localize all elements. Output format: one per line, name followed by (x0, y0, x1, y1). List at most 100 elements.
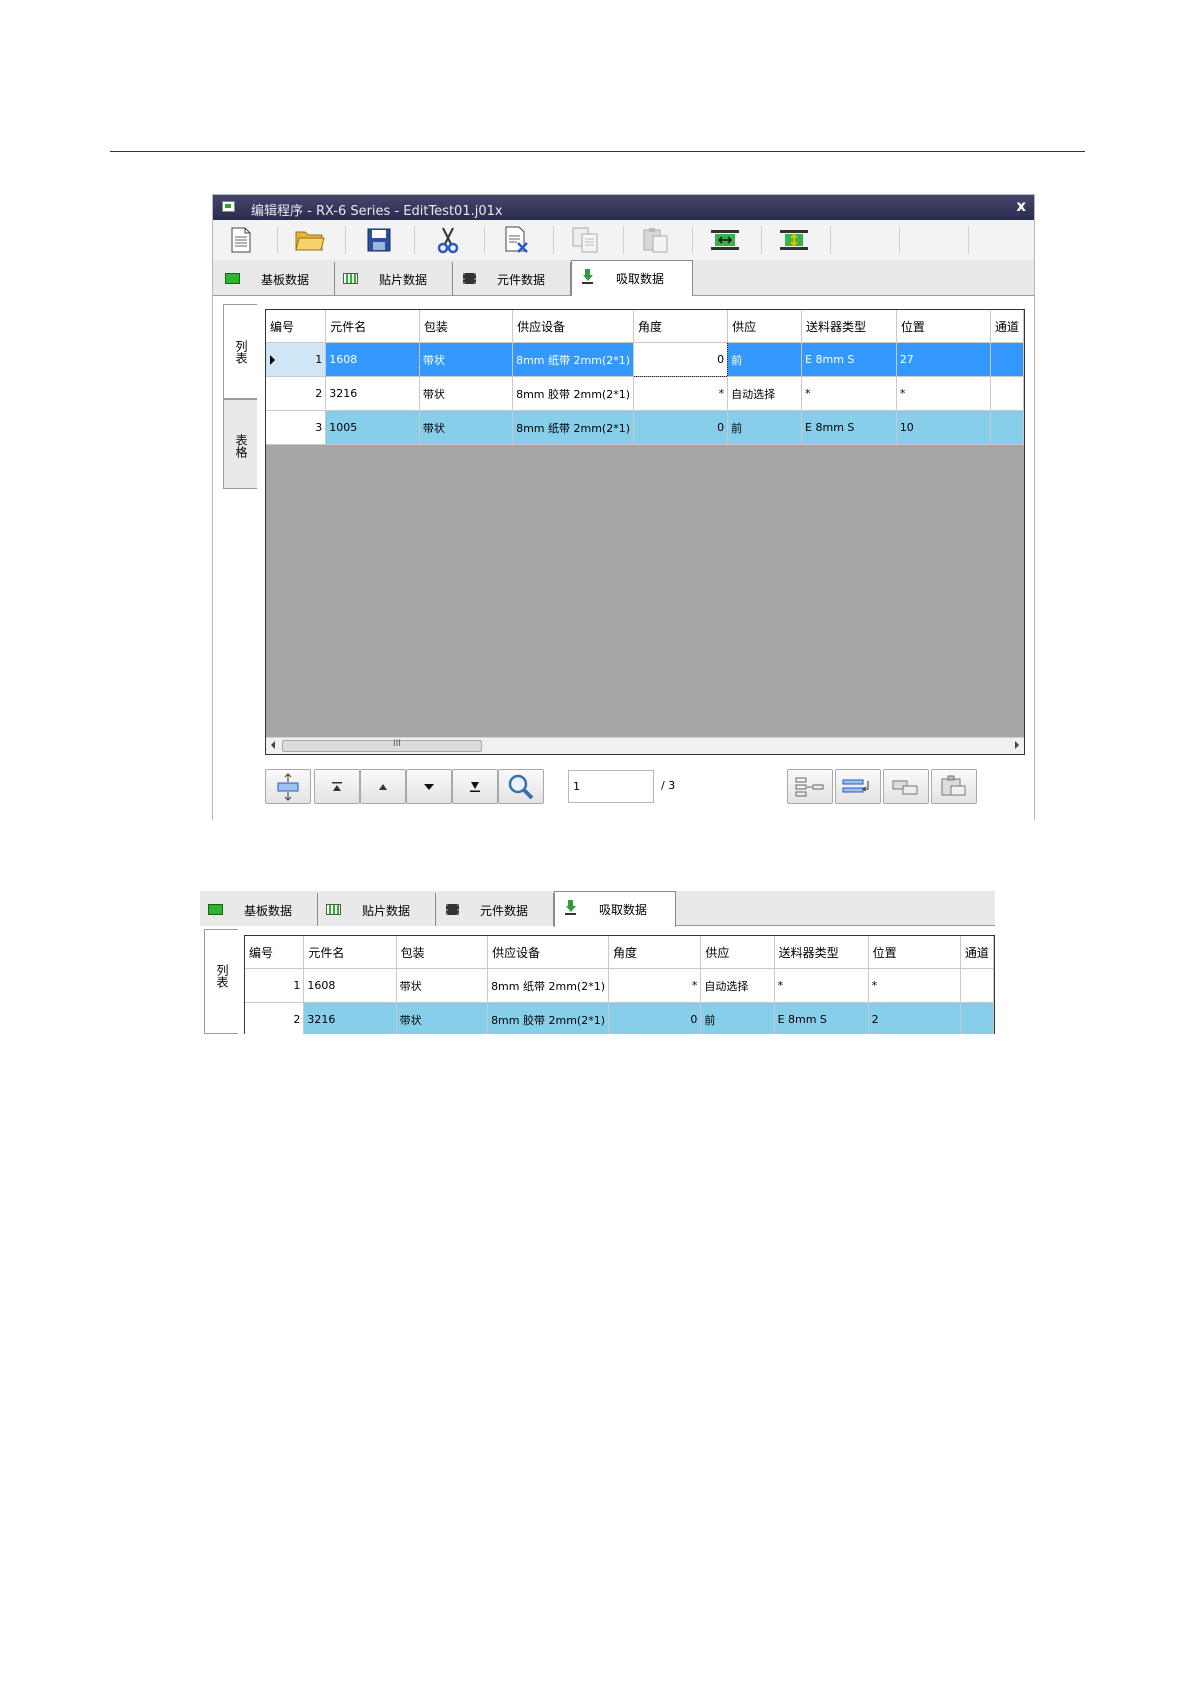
tab-board-data[interactable]: 基板数据 (200, 893, 318, 926)
insert-row-button[interactable] (835, 769, 881, 804)
row-number-cell[interactable]: 2 (245, 1002, 305, 1034)
feeder-type-cell[interactable]: E 8mm S (801, 410, 897, 445)
channel-cell[interactable] (960, 968, 994, 1003)
side-tab-table[interactable]: 表格 (223, 399, 257, 489)
supply-device-cell[interactable]: 8mm 胶带 2mm(2*1) (487, 1002, 609, 1034)
supply-cell[interactable]: 自动选择 (700, 968, 775, 1003)
scrollbar-thumb[interactable]: III (282, 739, 482, 752)
package-cell[interactable]: 带状 (396, 968, 489, 1003)
package-cell[interactable]: 带状 (396, 1002, 489, 1034)
supply-device-cell[interactable]: 8mm 纸带 2mm(2*1) (512, 410, 635, 445)
position-cell[interactable]: * (896, 376, 991, 411)
board-move-button[interactable] (708, 224, 742, 256)
side-tab-list[interactable]: 列表 (223, 304, 257, 399)
package-cell[interactable]: 带状 (419, 410, 514, 445)
copy-button[interactable] (569, 224, 603, 256)
row-number-cell[interactable]: 3 (266, 410, 327, 445)
col-header[interactable]: 位置 (868, 936, 961, 969)
col-header[interactable]: 角度 (633, 310, 729, 343)
open-button[interactable] (293, 224, 327, 256)
col-header[interactable]: 供应设备 (512, 310, 635, 343)
channel-cell[interactable] (990, 342, 1024, 377)
save-button[interactable] (362, 224, 396, 256)
supply-cell[interactable]: 自动选择 (727, 376, 803, 411)
angle-cell[interactable]: * (608, 968, 702, 1003)
board-resize-button[interactable] (777, 224, 811, 256)
channel-cell[interactable] (990, 410, 1024, 445)
supply-cell[interactable]: 前 (727, 342, 803, 377)
package-cell[interactable]: 带状 (419, 342, 514, 377)
tab-component-data[interactable]: 元件数据 (453, 262, 571, 295)
row-number-cell[interactable]: 1 (245, 968, 305, 1003)
col-header[interactable]: 元件名 (325, 310, 420, 343)
search-button[interactable] (498, 769, 544, 804)
new-file-button[interactable] (224, 224, 258, 256)
tab-pick-data[interactable]: 吸取数据 (554, 891, 676, 927)
position-cell[interactable]: 10 (896, 410, 991, 445)
col-header[interactable]: 供应 (700, 936, 775, 969)
channel-cell[interactable] (960, 1002, 994, 1034)
component-name-cell[interactable]: 1005 (325, 410, 420, 445)
cut-button[interactable] (431, 224, 465, 256)
col-header[interactable]: 送料器类型 (801, 310, 897, 343)
row-number-cell[interactable]: 2 (266, 376, 327, 411)
col-header[interactable]: 元件名 (303, 936, 397, 969)
component-name-cell[interactable]: 1608 (325, 342, 420, 377)
close-button[interactable]: x (1016, 197, 1026, 215)
tab-mount-data[interactable]: 贴片数据 (335, 262, 453, 295)
col-header[interactable]: 角度 (608, 936, 702, 969)
supply-cell[interactable]: 前 (727, 410, 803, 445)
col-header[interactable]: 位置 (896, 310, 991, 343)
delete-button[interactable] (500, 224, 534, 256)
tab-mount-data[interactable]: 贴片数据 (318, 893, 436, 926)
component-name-cell[interactable]: 3216 (325, 376, 420, 411)
side-tab-list[interactable]: 列表 (204, 929, 238, 1034)
paste-button[interactable] (639, 224, 673, 256)
table-row[interactable]: 3 1005 带状 8mm 纸带 2mm(2*1) 0 前 E 8mm S 10 (266, 410, 1024, 445)
last-row-button[interactable] (452, 769, 498, 804)
previous-row-button[interactable] (360, 769, 406, 804)
horizontal-scrollbar[interactable]: III (266, 737, 1024, 754)
col-header[interactable]: 供应 (727, 310, 803, 343)
row-height-button[interactable] (265, 769, 311, 804)
col-header[interactable]: 编号 (266, 310, 327, 343)
page-number-input[interactable] (568, 770, 654, 803)
col-header[interactable]: 通道 (960, 936, 994, 969)
col-header[interactable]: 供应设备 (487, 936, 609, 969)
position-cell[interactable]: * (868, 968, 961, 1003)
row-number-cell[interactable]: 1 (266, 342, 327, 377)
supply-device-cell[interactable]: 8mm 纸带 2mm(2*1) (487, 968, 609, 1003)
table-row[interactable]: 2 3216 带状 8mm 胶带 2mm(2*1) * 自动选择 * * (266, 376, 1024, 411)
table-row[interactable]: 1 1608 带状 8mm 纸带 2mm(2*1) * 自动选择 * * (245, 968, 994, 1003)
first-row-button[interactable] (314, 769, 360, 804)
align-left-button[interactable] (787, 769, 833, 804)
component-name-cell[interactable]: 1608 (303, 968, 397, 1003)
feeder-type-cell[interactable]: E 8mm S (774, 1002, 869, 1034)
supply-device-cell[interactable]: 8mm 胶带 2mm(2*1) (512, 376, 635, 411)
package-cell[interactable]: 带状 (419, 376, 514, 411)
col-header[interactable]: 通道 (990, 310, 1024, 343)
supply-cell[interactable]: 前 (700, 1002, 775, 1034)
tab-board-data[interactable]: 基板数据 (217, 262, 335, 295)
paste-row-button[interactable] (931, 769, 977, 804)
col-header[interactable]: 包装 (419, 310, 514, 343)
position-cell[interactable]: 2 (868, 1002, 961, 1034)
copy-row-button[interactable] (883, 769, 929, 804)
component-name-cell[interactable]: 3216 (303, 1002, 397, 1034)
feeder-type-cell[interactable]: E 8mm S (801, 342, 897, 377)
feeder-type-cell[interactable]: * (774, 968, 869, 1003)
tab-component-data[interactable]: 元件数据 (436, 893, 554, 926)
table-row[interactable]: 2 3216 带状 8mm 胶带 2mm(2*1) 0 前 E 8mm S 2 (245, 1002, 994, 1034)
channel-cell[interactable] (990, 376, 1024, 411)
feeder-type-cell[interactable]: * (801, 376, 897, 411)
angle-cell[interactable]: 0 (633, 410, 729, 445)
col-header[interactable]: 包装 (396, 936, 489, 969)
tab-pick-data[interactable]: 吸取数据 (571, 260, 693, 296)
col-header[interactable]: 编号 (245, 936, 305, 969)
scroll-right-arrow-icon[interactable] (1015, 741, 1019, 749)
position-cell[interactable]: 27 (896, 342, 991, 377)
angle-cell[interactable]: 0 (633, 342, 729, 377)
scroll-left-arrow-icon[interactable] (271, 741, 275, 749)
angle-cell[interactable]: 0 (608, 1002, 702, 1034)
next-row-button[interactable] (406, 769, 452, 804)
